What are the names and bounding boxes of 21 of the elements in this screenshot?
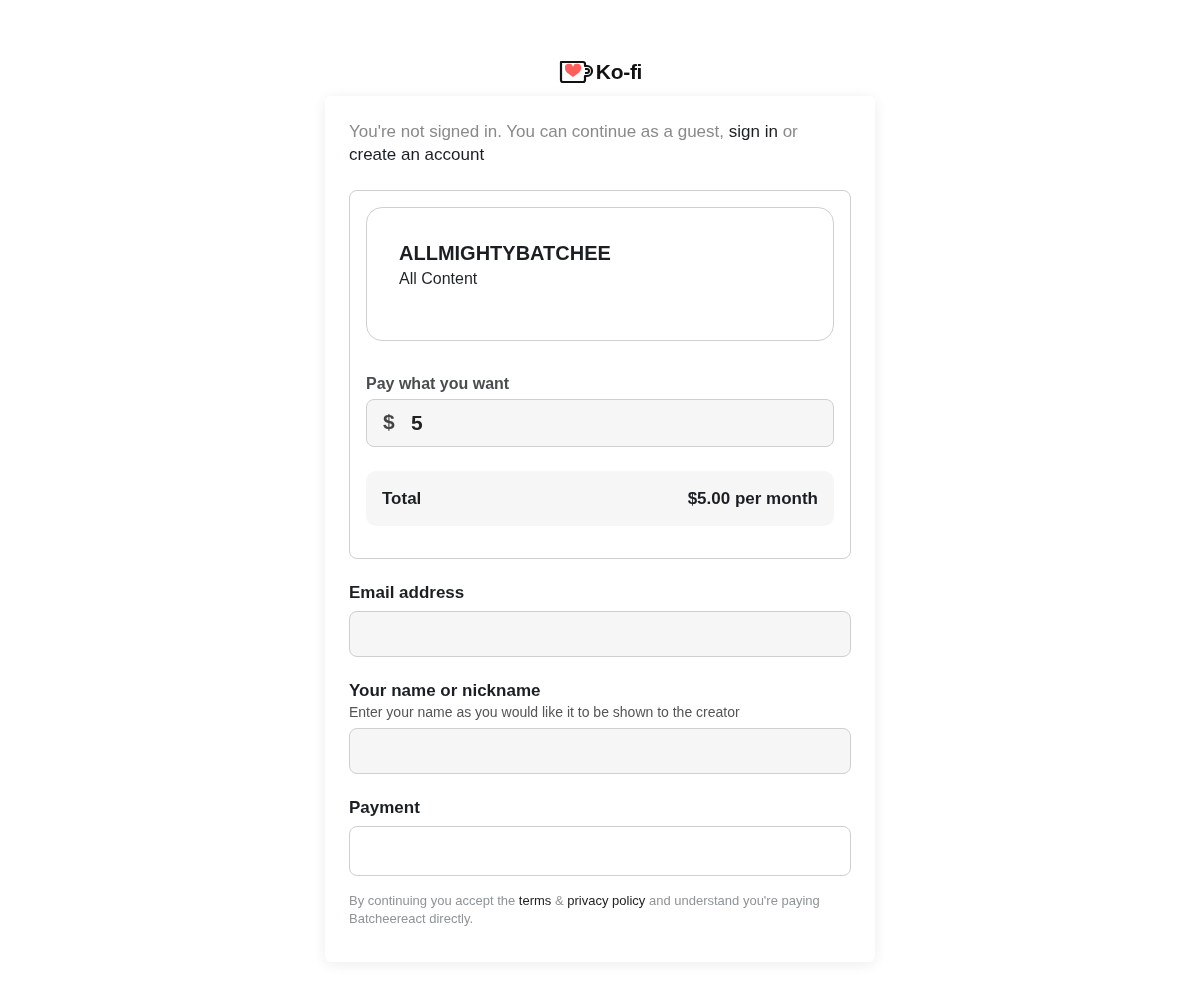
field-label: Your name or nickname xyxy=(349,681,541,701)
input-field[interactable] xyxy=(349,728,851,774)
sign-in-link[interactable]: sign in xyxy=(728,122,778,141)
terms-link[interactable]: terms xyxy=(518,893,552,908)
total-label: Total xyxy=(382,488,422,509)
total-amount: $5.00 per month xyxy=(687,488,818,509)
sign-in-notice: You're not signed in. You can continue as a guest, sign in or create an account xyxy=(349,121,799,166)
currency-symbol: $ xyxy=(383,410,395,434)
input-field[interactable] xyxy=(349,611,851,657)
legal-note: By continuing you accept the terms & privacy policy and understand you're paying Batcheereact directly. xyxy=(349,892,821,928)
field-label: Email address xyxy=(349,583,465,603)
tier-subtitle: All Content xyxy=(399,270,478,288)
payment-field[interactable] xyxy=(349,826,851,876)
coffee-cup-icon xyxy=(557,60,594,84)
logo-text: Ko-fi xyxy=(595,60,643,84)
create-account-link[interactable]: create an account xyxy=(349,145,485,164)
amount-label: Pay what you want xyxy=(366,375,510,393)
privacy-policy-link[interactable]: privacy policy xyxy=(567,893,646,908)
field-hint: Enter your name as you would like it to be shown to the creator xyxy=(349,704,740,720)
tier-name: ALLMIGHTYBATCHEE xyxy=(399,242,611,265)
field-label: Payment xyxy=(349,798,420,818)
